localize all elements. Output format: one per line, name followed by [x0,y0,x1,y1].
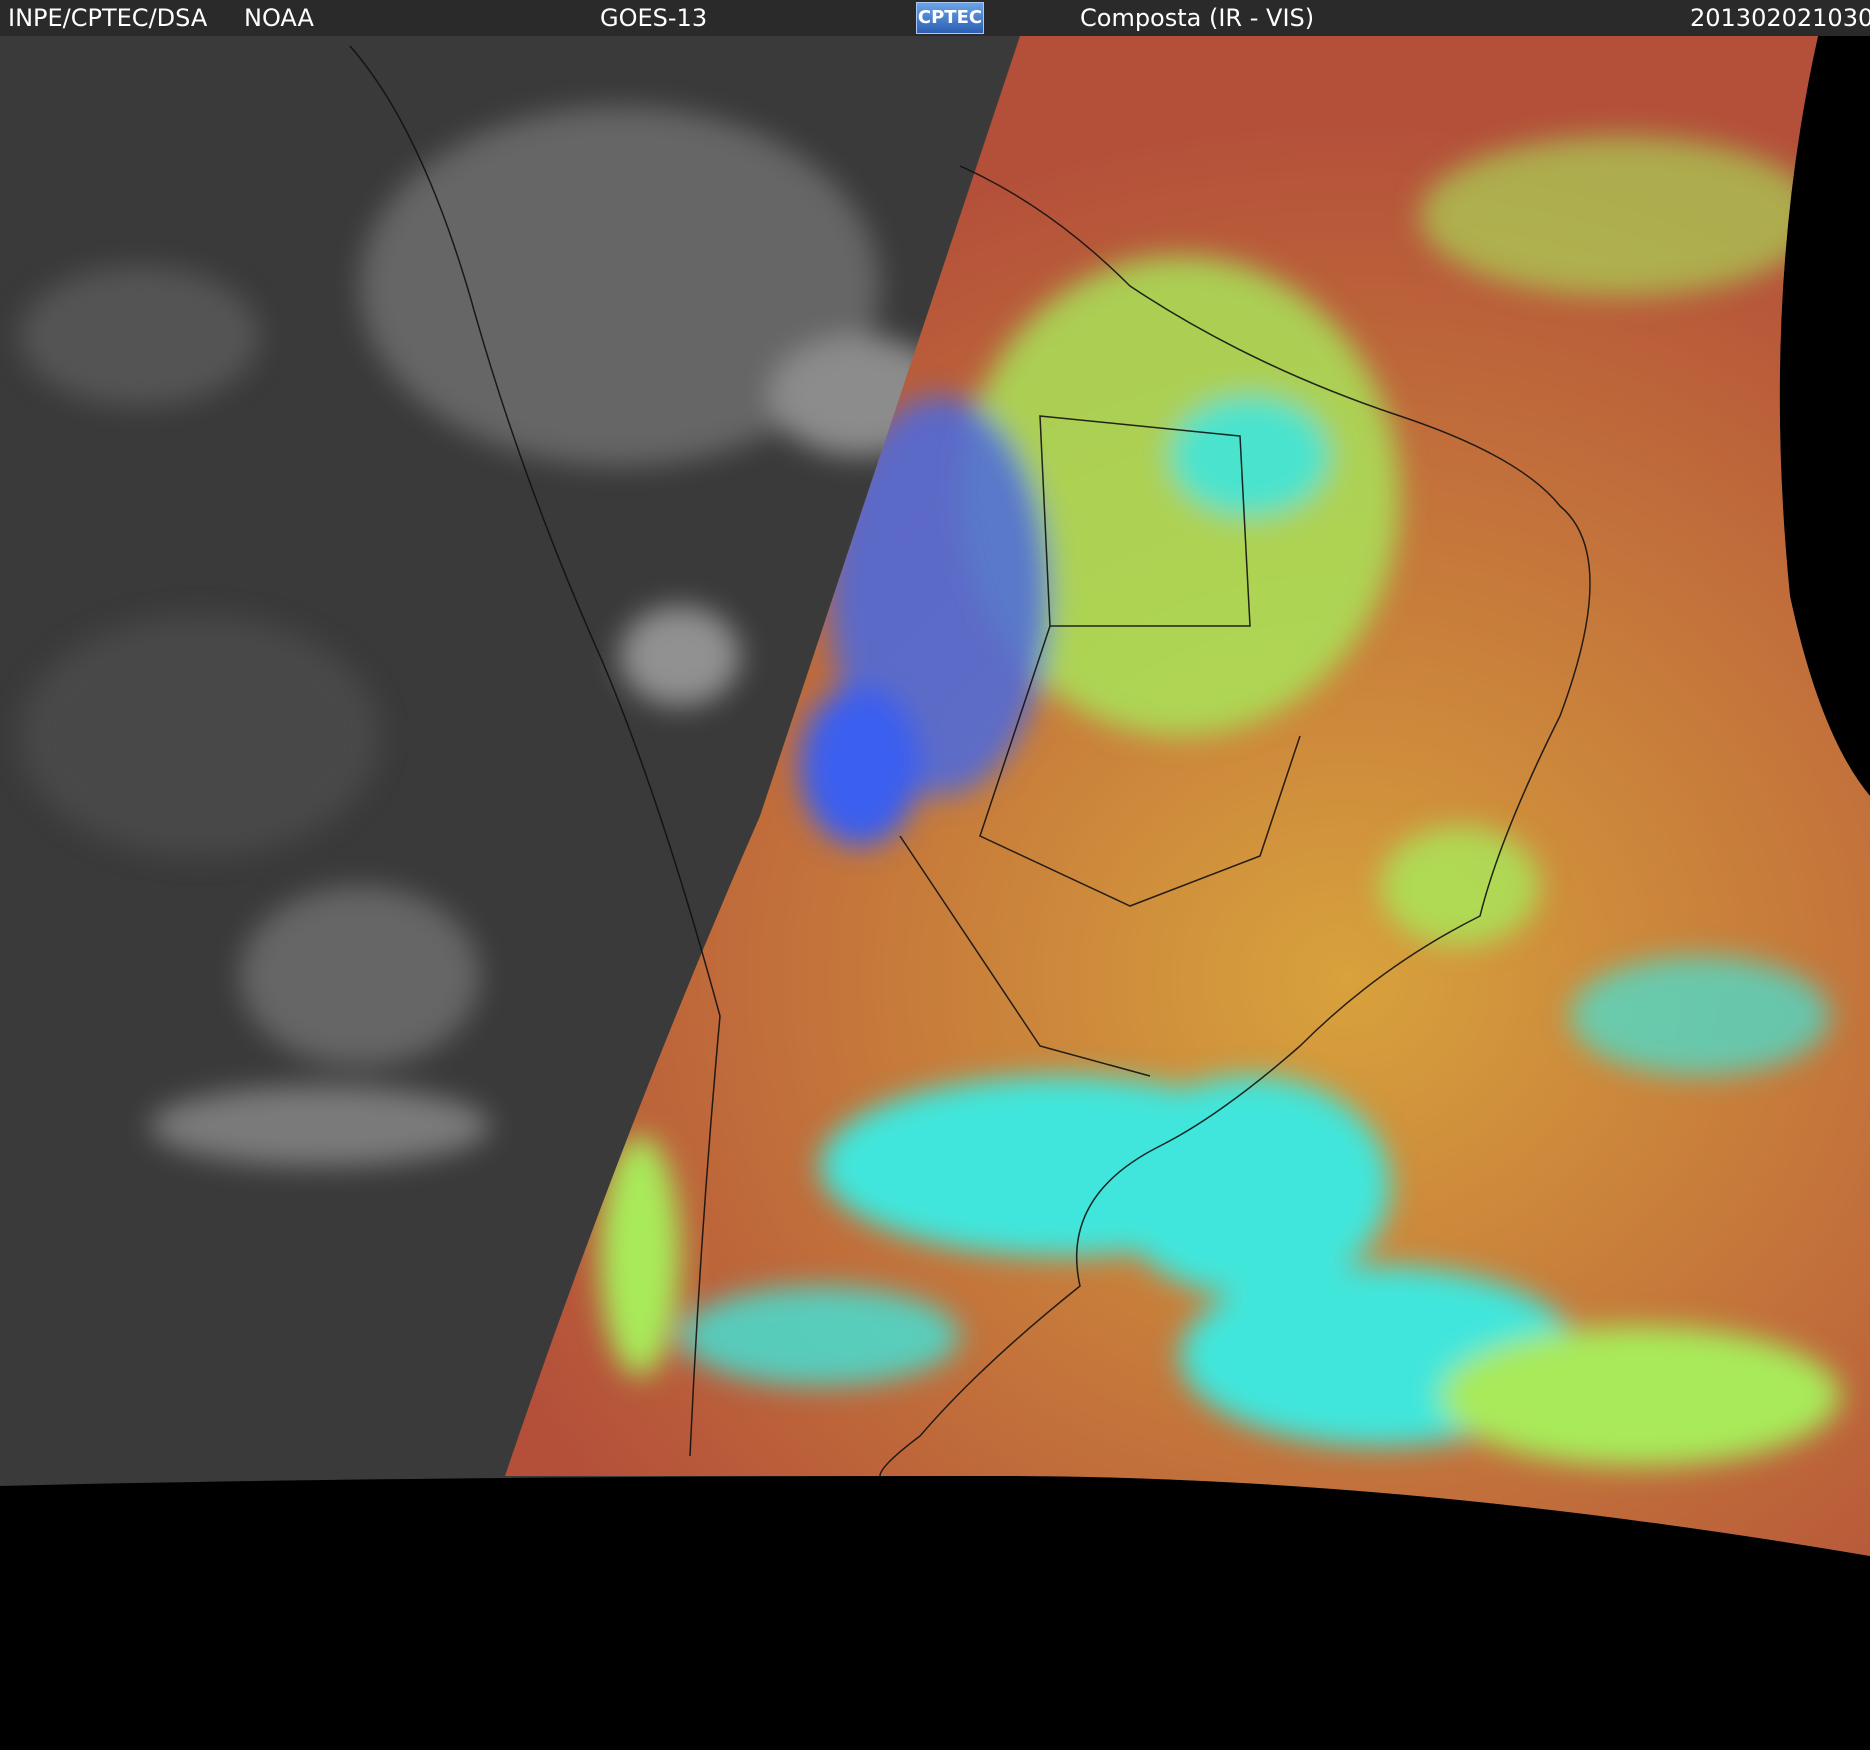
product-label: Composta (IR - VIS) [1080,4,1315,32]
cptec-logo: CPTEC [916,2,984,34]
image-header-bar: INPE/CPTEC/DSA NOAA GOES-13 CPTEC Compos… [0,0,1870,37]
timestamp-label: 201302021030 [1690,4,1870,32]
source-label: INPE/CPTEC/DSA [8,4,208,32]
satellite-composite-image [0,36,1870,1750]
agency-label: NOAA [244,4,314,32]
satellite-label: GOES-13 [600,4,708,32]
